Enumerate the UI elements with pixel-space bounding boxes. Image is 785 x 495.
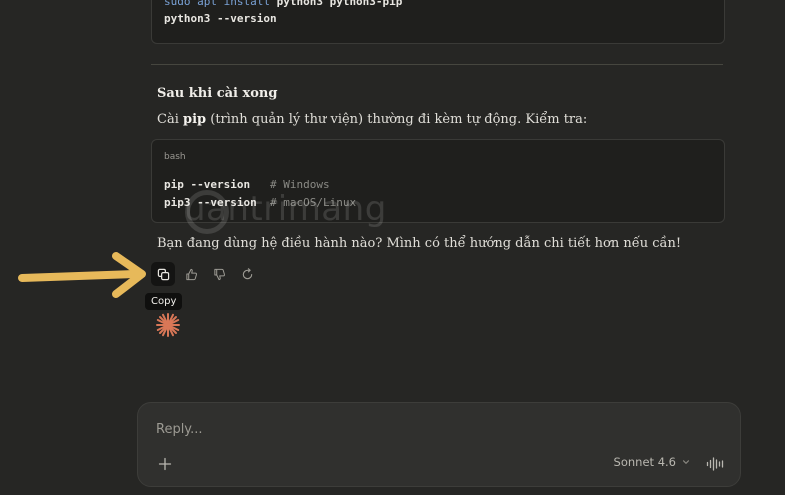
code-line: python3 --version (164, 12, 277, 25)
thumbs-down-button[interactable] (207, 262, 231, 286)
claude-spark-icon (156, 313, 180, 337)
thumbs-up-button[interactable] (179, 262, 203, 286)
copy-tooltip: Copy (145, 293, 183, 310)
closing-question: Bạn đang dùng hệ điều hành nào? Mình có … (157, 236, 682, 251)
arrow-annotation-icon (18, 252, 146, 298)
retry-button[interactable] (235, 262, 259, 286)
reply-input[interactable] (154, 421, 598, 438)
watermark-logo (185, 190, 229, 234)
code-line: pip --version # Windows (164, 178, 330, 191)
copy-button[interactable] (151, 262, 175, 286)
plus-icon (158, 457, 172, 471)
voice-mode-button[interactable] (704, 453, 726, 475)
voice-waveform-icon (706, 457, 724, 471)
message-actions (151, 262, 259, 288)
model-selector[interactable]: Sonnet 4.6 (614, 455, 690, 469)
code-block-bash: bash pip --version # Windows pip3 --vers… (151, 139, 725, 223)
chevron-down-icon (682, 460, 690, 464)
retry-icon (242, 267, 252, 279)
thumbs-up-icon (185, 268, 197, 280)
model-name: Sonnet 4.6 (613, 455, 676, 469)
thumbs-down-icon (213, 268, 225, 280)
code-line: sudo apt install python3 python3-pip (164, 0, 403, 8)
copy-icon (157, 268, 169, 280)
code-language-label: bash (164, 152, 186, 162)
section-heading: Sau khi cài xong (157, 86, 278, 101)
section-paragraph: Cài pip (trình quản lý thư viện) thường … (157, 112, 588, 127)
add-attachment-button[interactable] (154, 453, 176, 475)
divider (151, 64, 723, 65)
reply-composer: Sonnet 4.6 (137, 402, 741, 487)
code-block-install: sudo apt install python3 python3-pip pyt… (151, 0, 725, 44)
